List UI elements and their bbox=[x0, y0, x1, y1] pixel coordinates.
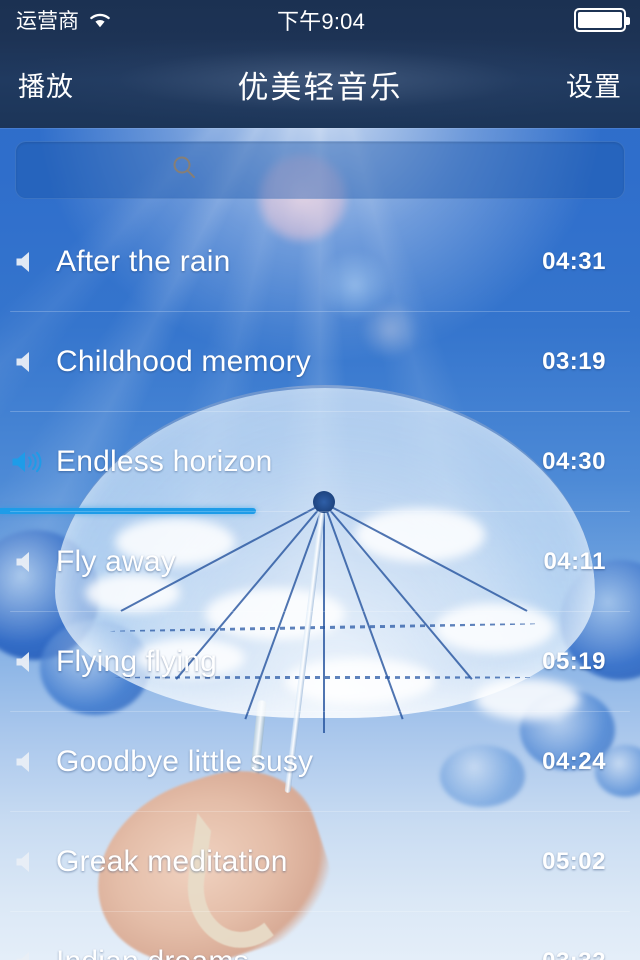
track-duration: 04:30 bbox=[542, 448, 606, 475]
battery-icon bbox=[574, 8, 630, 32]
track-duration: 04:24 bbox=[542, 748, 606, 775]
track-list[interactable]: After the rain 04:31 Childhood memory 03:19… bbox=[0, 212, 640, 960]
track-title: Flying flying bbox=[56, 645, 217, 678]
track-row[interactable]: Goodbye little susy 04:24 bbox=[0, 712, 640, 812]
track-title: Indian dreams bbox=[56, 945, 542, 960]
track-duration: 04:31 bbox=[542, 248, 606, 275]
track-duration: 04:11 bbox=[543, 548, 606, 575]
settings-button[interactable]: 设置 bbox=[548, 65, 640, 104]
track-row[interactable]: Flying flying 05:19 bbox=[0, 612, 640, 712]
track-duration: 05:02 bbox=[542, 848, 606, 875]
navigation-bar: 播放 优美轻音乐 设置 bbox=[0, 40, 640, 128]
track-title: Fly away bbox=[56, 545, 176, 578]
track-title: Childhood memory bbox=[56, 345, 311, 378]
track-duration: 05:19 bbox=[542, 648, 606, 675]
track-title: After the rain bbox=[56, 245, 231, 278]
speaker-icon[interactable] bbox=[0, 549, 56, 575]
track-duration: 03:32 bbox=[542, 948, 640, 960]
wifi-icon bbox=[88, 11, 112, 29]
track-title: Greak meditation bbox=[56, 845, 288, 878]
speaker-icon[interactable] bbox=[0, 849, 56, 875]
track-title: Goodbye little susy bbox=[56, 745, 314, 778]
track-duration: 03:19 bbox=[542, 348, 606, 375]
track-row[interactable]: Fly away 04:11 bbox=[0, 512, 640, 612]
track-row[interactable]: Greak meditation 05:02 bbox=[0, 812, 640, 912]
track-row[interactable]: Indian dreams03:32 bbox=[0, 912, 640, 960]
speaker-icon[interactable] bbox=[0, 649, 56, 675]
play-button[interactable]: 播放 bbox=[0, 65, 92, 104]
app-screen: 运营商 下午9:04 播放 优美轻音乐 设置 After the rain 04… bbox=[0, 0, 640, 960]
speaker-icon[interactable] bbox=[0, 249, 56, 275]
status-time: 下午9:04 bbox=[276, 9, 366, 34]
track-title: Endless horizon bbox=[56, 445, 273, 478]
search-bar bbox=[0, 128, 640, 212]
speaker-icon[interactable] bbox=[0, 949, 56, 960]
track-row[interactable]: Endless horizon 04:30 bbox=[0, 412, 640, 514]
search-input[interactable] bbox=[207, 155, 471, 185]
search-field[interactable] bbox=[15, 141, 625, 199]
status-bar: 运营商 下午9:04 bbox=[0, 0, 640, 40]
search-icon bbox=[169, 153, 199, 188]
speaker-icon[interactable] bbox=[0, 349, 56, 375]
carrier-label: 运营商 bbox=[16, 10, 79, 33]
page-title: 优美轻音乐 bbox=[237, 69, 403, 105]
track-row[interactable]: After the rain 04:31 bbox=[0, 212, 640, 312]
speaker-playing-icon[interactable] bbox=[0, 449, 56, 475]
track-row[interactable]: Childhood memory 03:19 bbox=[0, 312, 640, 412]
speaker-icon[interactable] bbox=[0, 749, 56, 775]
